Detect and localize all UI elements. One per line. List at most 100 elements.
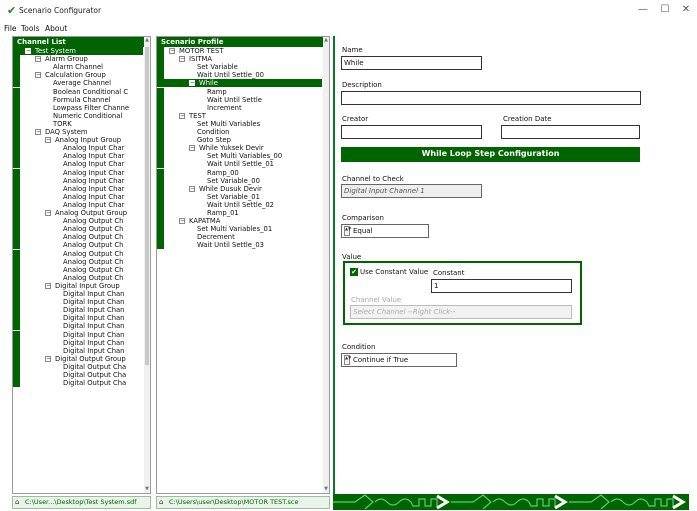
tree-item[interactable]: Analog Input Char (13, 160, 143, 169)
channel-to-check-field[interactable]: Digital Input Channel 1 (341, 184, 482, 198)
tree-item[interactable]: Analog Output Ch (13, 233, 143, 242)
description-field[interactable] (341, 91, 641, 105)
tree-item[interactable]: Digital Output Cha (13, 371, 143, 379)
tree-item[interactable]: Digital Input Chan (13, 298, 143, 307)
tree-item[interactable]: Numeric Conditional (13, 111, 143, 120)
scrollbar-thumb[interactable] (145, 47, 149, 365)
tree-item[interactable]: Alarm Channel (13, 63, 143, 72)
tree-item[interactable]: − ISITMA (157, 55, 322, 64)
collapse-toggle-icon[interactable]: − (179, 56, 185, 63)
tree-item[interactable]: Analog Output Ch (13, 249, 143, 258)
menu-file[interactable]: File (4, 24, 17, 33)
collapse-toggle-icon[interactable]: − (45, 137, 51, 144)
maximize-button[interactable]: ☐ (658, 4, 672, 15)
tree-item[interactable]: − Test System (13, 47, 143, 55)
tree-item[interactable]: − Alarm Group (13, 55, 143, 64)
tree-item[interactable]: Lowpass Filter Channe (13, 103, 143, 112)
tree-item[interactable]: Increment (157, 103, 322, 112)
tree-item[interactable]: Digital Input Chan (13, 290, 143, 298)
tree-item[interactable]: Ramp_01 (157, 209, 322, 217)
tree-item[interactable]: Digital Input Chan (13, 306, 143, 315)
tree-item[interactable]: Goto Step (157, 136, 322, 145)
tree-item[interactable]: Analog Input Char (13, 192, 143, 201)
minimize-button[interactable]: — (636, 4, 650, 15)
collapse-toggle-icon[interactable]: − (169, 48, 175, 54)
tree-item[interactable]: Digital Input Chan (13, 338, 143, 347)
scroll-down-arrow-icon[interactable]: ▼ (144, 486, 150, 492)
tree-item[interactable]: Analog Output Ch (13, 257, 143, 266)
creator-field[interactable] (341, 125, 482, 139)
tree-item[interactable]: Wait Until Settle_00 (157, 71, 322, 80)
tree-item[interactable]: Analog Input Char (13, 168, 143, 177)
tree-item[interactable]: − KAPATMA (157, 217, 322, 226)
tree-item[interactable]: Digital Output Cha (13, 379, 143, 388)
tree-item[interactable]: Set Multi Variables_01 (157, 225, 322, 234)
tree-item[interactable]: Analog Output Ch (13, 273, 143, 282)
collapse-toggle-icon[interactable]: − (35, 56, 41, 63)
tree-item[interactable]: Wait Until Settle_03 (157, 241, 322, 250)
tree-item[interactable]: − While Dusuk Devir (157, 184, 322, 193)
tree-item[interactable]: Set Multi Variables_00 (157, 152, 322, 161)
tree-item[interactable]: Analog Input Char (13, 144, 143, 153)
tree-item[interactable]: Ramp (157, 87, 322, 96)
tree-item[interactable]: Analog Input Char (13, 176, 143, 185)
tree-item[interactable]: Wait Until Settle (157, 95, 322, 104)
tree-item[interactable]: Set Variable_01 (157, 192, 322, 201)
creation-date-field[interactable] (501, 125, 640, 139)
use-constant-checkbox[interactable]: ✔ (350, 268, 358, 276)
collapse-toggle-icon[interactable]: − (45, 355, 51, 362)
channel-list-scrollbar[interactable]: ▲ ▼ (144, 37, 150, 493)
tree-item[interactable]: Boolean Conditional C (13, 87, 143, 96)
constant-field[interactable]: 1 (431, 279, 572, 293)
tree-item[interactable]: Analog Input Char (13, 200, 143, 209)
tree-item[interactable]: Analog Output Ch (13, 241, 143, 250)
tree-item[interactable]: − Calculation Group (13, 71, 143, 80)
tree-item[interactable]: Digital Input Chan (13, 322, 143, 331)
scroll-up-arrow-icon[interactable]: ▲ (323, 37, 329, 43)
tree-item[interactable]: Analog Input Char (13, 152, 143, 161)
tree-item[interactable]: Set Variable_00 (157, 176, 322, 185)
collapse-toggle-icon[interactable]: − (189, 80, 195, 87)
tree-item[interactable]: Digital Input Chan (13, 346, 143, 355)
name-field[interactable]: While (341, 56, 482, 70)
tree-item[interactable]: − Digital Input Group (13, 281, 143, 290)
channel-value-field[interactable]: Select Channel --Right Click-- (350, 305, 572, 319)
tree-item[interactable]: Ramp_00 (157, 168, 322, 177)
tree-item[interactable]: Analog Output Ch (13, 225, 143, 234)
comparison-select[interactable]: ▲▼ Equal (341, 224, 429, 238)
spinner-arrows-icon[interactable]: ▲▼ (344, 355, 351, 365)
tree-item[interactable]: Wait Until Settle_01 (157, 160, 322, 169)
menu-about[interactable]: About (45, 24, 67, 33)
close-button[interactable]: ✕ (679, 4, 693, 15)
collapse-toggle-icon[interactable]: − (189, 185, 195, 192)
tree-item[interactable]: Digital Input Chan (13, 330, 143, 339)
collapse-toggle-icon[interactable]: − (25, 48, 31, 54)
tree-item[interactable]: − DAQ System (13, 128, 143, 136)
tree-item[interactable]: Condition (157, 128, 322, 136)
tree-item[interactable]: Formula Channel (13, 95, 143, 104)
tree-item[interactable]: Average Channel (13, 79, 143, 88)
tree-item[interactable]: − Analog Output Group (13, 209, 143, 217)
tree-item[interactable]: TORK (13, 119, 143, 128)
collapse-toggle-icon[interactable]: − (189, 145, 195, 152)
condition-select[interactable]: ▲▼ Continue if True (341, 353, 457, 367)
collapse-toggle-icon[interactable]: − (179, 218, 185, 225)
scenario-scrollbar[interactable]: ▲ ▼ (323, 37, 329, 493)
tree-item[interactable]: Analog Output Ch (13, 217, 143, 226)
tree-item[interactable]: − TEST (157, 111, 322, 120)
tree-item[interactable]: Set Multi Variables (157, 119, 322, 128)
collapse-toggle-icon[interactable]: − (35, 72, 41, 79)
scroll-down-arrow-icon[interactable]: ▼ (323, 486, 329, 492)
tree-item[interactable]: Analog Output Ch (13, 265, 143, 274)
tree-item[interactable]: − MOTOR TEST (157, 47, 322, 55)
tree-item[interactable]: Analog Input Char (13, 184, 143, 193)
tree-item[interactable]: Wait Until Settle_02 (157, 200, 322, 209)
tree-item[interactable]: Digital Input Chan (13, 314, 143, 323)
collapse-toggle-icon[interactable]: − (35, 129, 41, 135)
tree-item[interactable]: Set Variable (157, 63, 322, 72)
collapse-toggle-icon[interactable]: − (179, 112, 185, 119)
tree-item[interactable]: Decrement (157, 233, 322, 242)
collapse-toggle-icon[interactable]: − (45, 282, 51, 289)
tree-item[interactable]: Digital Output Cha (13, 362, 143, 371)
tree-item[interactable]: − Analog Input Group (13, 136, 143, 145)
